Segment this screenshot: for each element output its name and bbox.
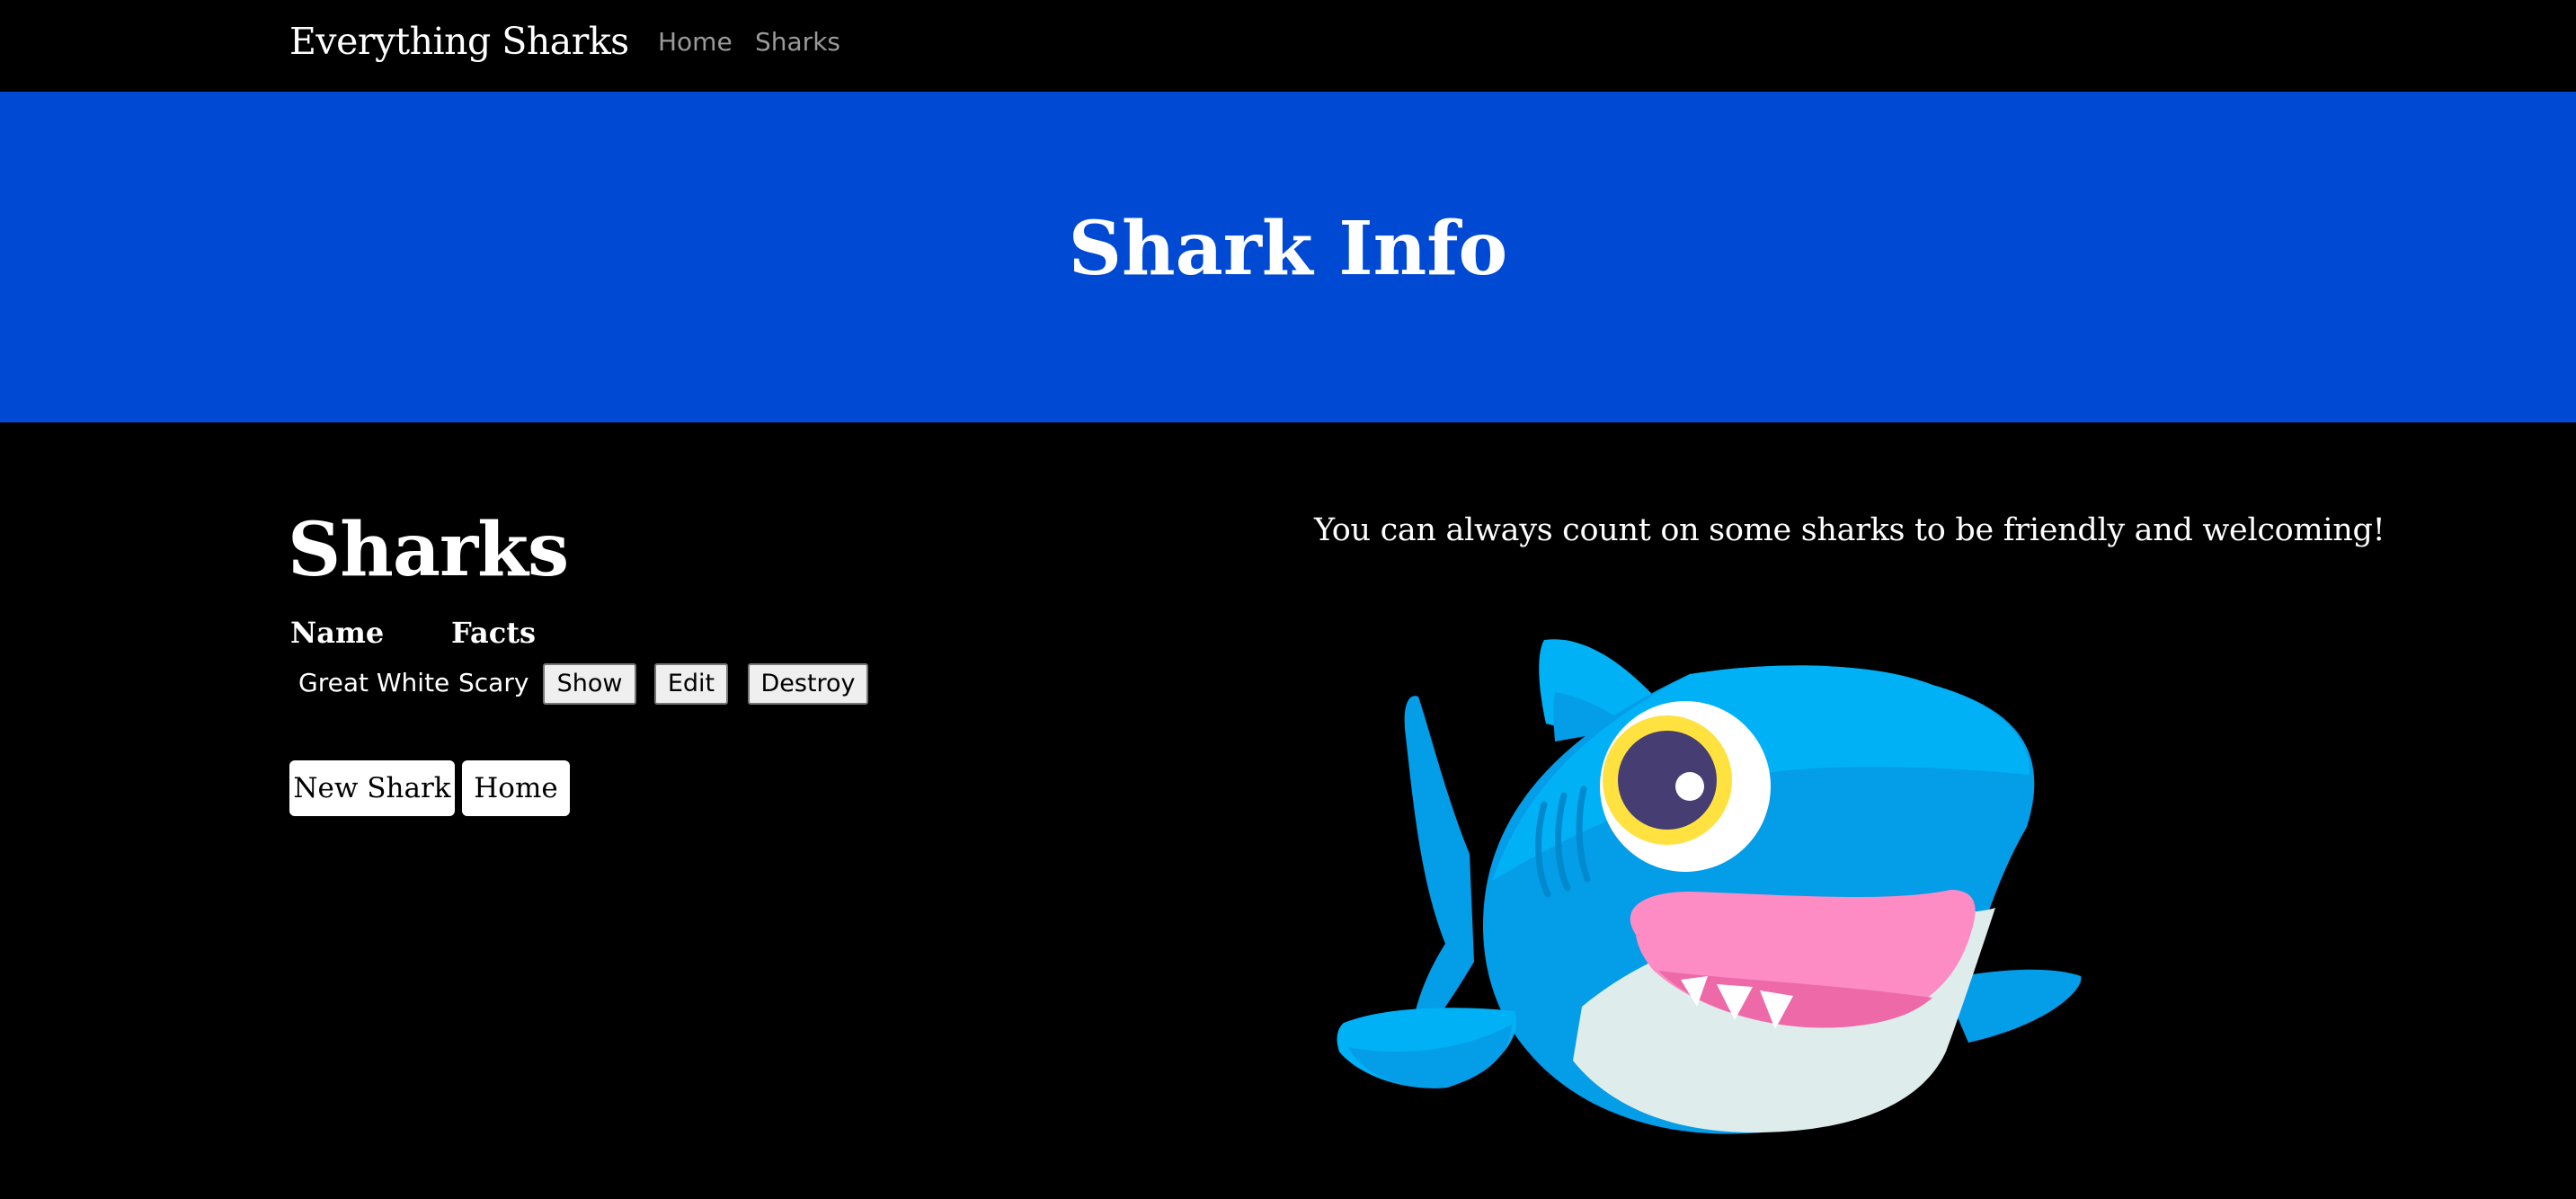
show-button[interactable]: Show bbox=[543, 663, 636, 705]
hero-title: Shark Info bbox=[1068, 206, 1508, 292]
table-cell-name: Great White bbox=[298, 668, 450, 697]
shark-illustration bbox=[1337, 639, 2082, 1134]
sharks-heading: Sharks bbox=[288, 507, 569, 593]
table-cell-facts: Scary bbox=[458, 668, 529, 697]
nav-link-sharks[interactable]: Sharks bbox=[755, 25, 840, 59]
table-header-facts: Facts bbox=[451, 616, 536, 650]
destroy-button[interactable]: Destroy bbox=[748, 663, 868, 705]
hero-banner: Shark Info bbox=[0, 92, 2576, 422]
navbar: Everything Sharks Home Sharks bbox=[0, 0, 2576, 92]
home-button[interactable]: Home bbox=[462, 760, 570, 816]
brand-link[interactable]: Everything Sharks bbox=[289, 16, 629, 67]
nav-link-home[interactable]: Home bbox=[658, 25, 733, 59]
new-shark-button[interactable]: New Shark bbox=[289, 760, 455, 816]
tagline: You can always count on some sharks to b… bbox=[1314, 512, 2385, 548]
table-header-name: Name bbox=[290, 616, 385, 650]
edit-button[interactable]: Edit bbox=[654, 663, 728, 705]
